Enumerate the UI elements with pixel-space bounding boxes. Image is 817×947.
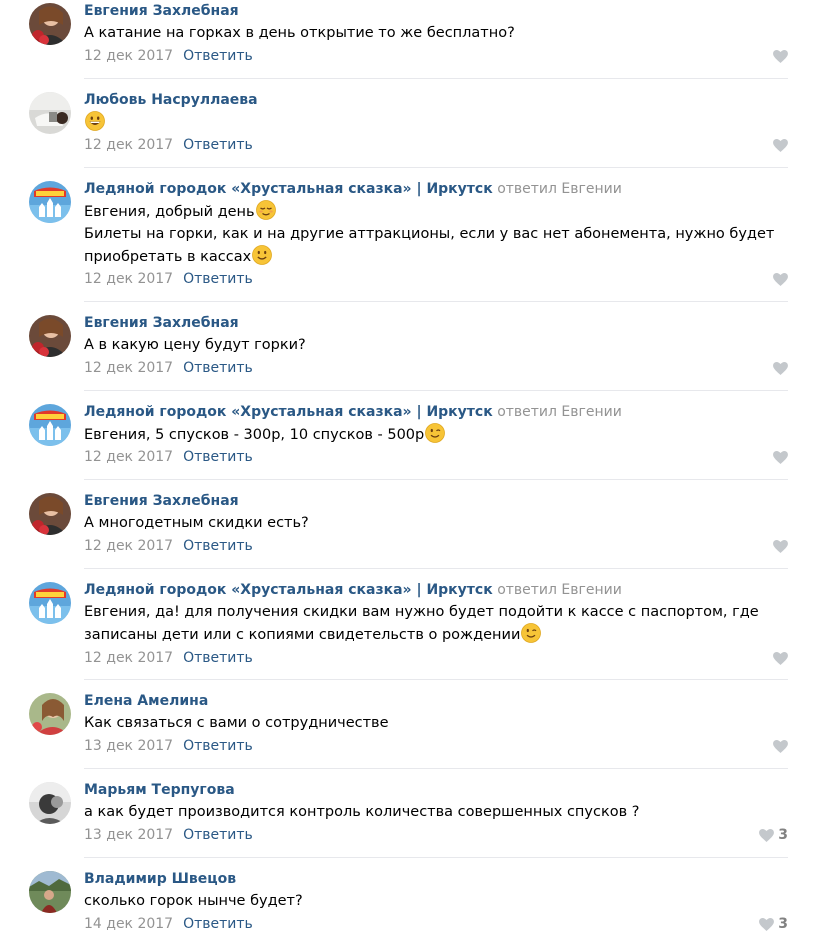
- reply-button[interactable]: Ответить: [183, 137, 253, 153]
- like-count: 3: [778, 916, 788, 932]
- like-button[interactable]: 3: [759, 825, 788, 845]
- comment-text: Как связаться с вами о сотрудничестве: [84, 715, 389, 731]
- comment-item: Любовь Насруллаева 12 дек 2017 Ответить: [0, 89, 817, 168]
- reply-to-label: ответил Евгении: [497, 181, 622, 197]
- comment-text: Евгения, да! для получения скидки вам ну…: [84, 604, 759, 643]
- comment-text: [84, 111, 774, 134]
- like-button[interactable]: [773, 648, 788, 668]
- comment-item: Евгения Захлебная А в какую цену будут г…: [0, 312, 817, 391]
- avatar[interactable]: [29, 871, 71, 913]
- comment-date[interactable]: 12 дек 2017: [84, 360, 173, 376]
- avatar[interactable]: [29, 582, 71, 624]
- divider: [84, 479, 788, 480]
- comment-item: Марьям Терпугова а как будет производитс…: [0, 779, 817, 858]
- divider: [84, 167, 788, 168]
- reply-button[interactable]: Ответить: [183, 360, 253, 376]
- comment-item: Ледяной городок «Хрустальная сказка» | И…: [0, 178, 817, 302]
- comment-text: Евгения, 5 спусков - 300р, 10 спусков - …: [84, 423, 774, 446]
- divider: [84, 390, 788, 391]
- divider: [84, 568, 788, 569]
- author-link[interactable]: Елена Амелина: [84, 693, 208, 709]
- slightly-smiling-face-emoji-icon: [252, 245, 273, 265]
- like-count: 3: [778, 827, 788, 843]
- avatar[interactable]: [29, 493, 71, 535]
- divider: [84, 301, 788, 302]
- reply-to-label: ответил Евгении: [497, 582, 622, 598]
- comment-date[interactable]: 12 дек 2017: [84, 48, 173, 64]
- comment-item: Евгения Захлебная А многодетным скидки е…: [0, 490, 817, 569]
- grinning-face-emoji-icon: [85, 111, 105, 131]
- comment-date[interactable]: 12 дек 2017: [84, 137, 173, 153]
- reply-button[interactable]: Ответить: [183, 449, 253, 465]
- heart-icon: [759, 828, 775, 842]
- like-button[interactable]: [773, 46, 788, 66]
- comment-date[interactable]: 12 дек 2017: [84, 538, 173, 554]
- comment-text: А в какую цену будут горки?: [84, 337, 306, 353]
- reply-button[interactable]: Ответить: [183, 271, 253, 287]
- relieved-face-emoji-icon: [255, 200, 276, 220]
- author-link[interactable]: Ледяной городок «Хрустальная сказка» | И…: [84, 404, 493, 420]
- comment-text: А катание на горках в день открытие то ж…: [84, 25, 515, 41]
- reply-button[interactable]: Ответить: [183, 916, 253, 932]
- author-link[interactable]: Евгения Захлебная: [84, 493, 239, 509]
- comment-item: Ледяной городок «Хрустальная сказка» | И…: [0, 579, 817, 680]
- heart-icon: [773, 651, 788, 665]
- divider: [84, 857, 788, 858]
- comment-text: Евгения, добрый день Билеты на горки, ка…: [84, 200, 774, 268]
- heart-icon: [773, 539, 788, 553]
- avatar[interactable]: [29, 92, 71, 134]
- avatar[interactable]: [29, 404, 71, 446]
- author-link[interactable]: Ледяной городок «Хрустальная сказка» | И…: [84, 582, 493, 598]
- reply-button[interactable]: Ответить: [183, 827, 253, 843]
- divider: [84, 768, 788, 769]
- author-link[interactable]: Ледяной городок «Хрустальная сказка» | И…: [84, 181, 493, 197]
- heart-icon: [773, 49, 788, 63]
- avatar[interactable]: [29, 782, 71, 824]
- comments-feed: Евгения Захлебная А катание на горках в …: [0, 0, 817, 932]
- comment-date[interactable]: 12 дек 2017: [84, 449, 173, 465]
- author-link[interactable]: Владимир Швецов: [84, 871, 236, 887]
- heart-icon: [773, 361, 788, 375]
- heart-icon: [773, 450, 788, 464]
- author-link[interactable]: Марьям Терпугова: [84, 782, 235, 798]
- avatar[interactable]: [29, 693, 71, 735]
- comment-date[interactable]: 13 дек 2017: [84, 738, 173, 754]
- reply-button[interactable]: Ответить: [183, 650, 253, 666]
- heart-icon: [773, 272, 788, 286]
- reply-button[interactable]: Ответить: [183, 538, 253, 554]
- avatar[interactable]: [29, 3, 71, 45]
- comment-item: Елена Амелина Как связаться с вами о сот…: [0, 690, 817, 769]
- comment-text: А многодетным скидки есть?: [84, 515, 309, 531]
- like-button[interactable]: [773, 536, 788, 556]
- winking-face-emoji-icon: [425, 423, 446, 443]
- author-link[interactable]: Любовь Насруллаева: [84, 92, 258, 108]
- comment-item: Евгения Захлебная А катание на горках в …: [0, 0, 817, 79]
- comment-date[interactable]: 12 дек 2017: [84, 271, 173, 287]
- heart-icon: [773, 739, 788, 753]
- author-link[interactable]: Евгения Захлебная: [84, 3, 239, 19]
- comment-item: Владимир Швецов сколько горок нынче буде…: [0, 868, 817, 947]
- like-button[interactable]: [773, 269, 788, 289]
- divider: [84, 78, 788, 79]
- comment-item: Ледяной городок «Хрустальная сказка» | И…: [0, 401, 817, 480]
- reply-to-label: ответил Евгении: [497, 404, 622, 420]
- comment-date[interactable]: 12 дек 2017: [84, 650, 173, 666]
- comment-date[interactable]: 14 дек 2017: [84, 916, 173, 932]
- winking-face-emoji-icon: [521, 623, 542, 643]
- author-link[interactable]: Евгения Захлебная: [84, 315, 239, 331]
- reply-button[interactable]: Ответить: [183, 48, 253, 64]
- divider: [84, 679, 788, 680]
- comment-text: сколько горок нынче будет?: [84, 893, 303, 909]
- like-button[interactable]: [773, 358, 788, 378]
- avatar[interactable]: [29, 315, 71, 357]
- like-button[interactable]: [773, 736, 788, 756]
- like-button[interactable]: 3: [759, 914, 788, 934]
- reply-button[interactable]: Ответить: [183, 738, 253, 754]
- heart-icon: [773, 138, 788, 152]
- avatar[interactable]: [29, 181, 71, 223]
- like-button[interactable]: [773, 135, 788, 155]
- like-button[interactable]: [773, 447, 788, 467]
- comment-date[interactable]: 13 дек 2017: [84, 827, 173, 843]
- comment-text: а как будет производится контроль количе…: [84, 804, 640, 820]
